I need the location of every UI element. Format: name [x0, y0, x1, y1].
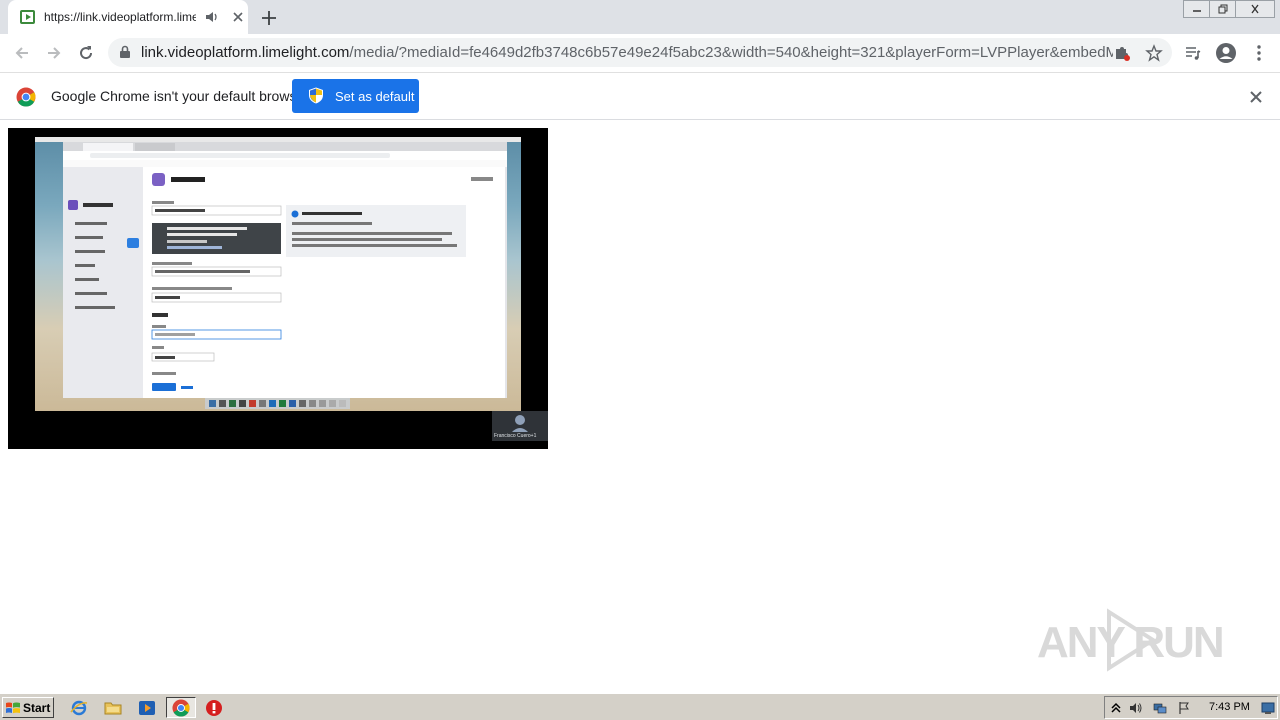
tab-close-icon[interactable]: [230, 9, 246, 25]
profile-button[interactable]: [1215, 42, 1237, 64]
forward-button[interactable]: [42, 42, 66, 64]
close-window-button[interactable]: [1235, 0, 1275, 18]
set-as-default-button[interactable]: Set as default: [292, 79, 419, 113]
start-button[interactable]: Start: [2, 697, 54, 718]
taskbar: Start 7:43 PM: [0, 693, 1280, 720]
internet-explorer-icon: [70, 700, 88, 715]
taskbar-stop-button[interactable]: [201, 697, 227, 718]
windows-logo-icon: [6, 702, 20, 713]
uac-shield-icon: [309, 87, 323, 104]
url-path: /media/?mediaId=fe4649d2fb3748c6b57e49e2…: [349, 44, 1113, 61]
lock-icon[interactable]: [118, 45, 132, 59]
playlist-icon: [1186, 47, 1201, 60]
account-icon: [1216, 43, 1236, 63]
back-button[interactable]: [10, 42, 34, 64]
video-frame[interactable]: [35, 137, 521, 411]
red-stop-icon: [206, 699, 222, 716]
video-player[interactable]: Francisco Cuero+1: [8, 128, 548, 449]
chrome-taskbar-icon: [172, 698, 190, 717]
taskbar-media-player-button[interactable]: [134, 697, 160, 718]
bookmark-star-icon[interactable]: [1145, 44, 1163, 62]
set-as-default-label: Set as default: [335, 88, 415, 104]
volume-icon[interactable]: [1129, 701, 1143, 715]
new-tab-icon[interactable]: [258, 7, 280, 29]
audio-playing-icon[interactable]: [204, 9, 220, 25]
show-desktop-icon[interactable]: [1261, 701, 1275, 715]
watermark-text: ANY RUN: [1037, 618, 1225, 667]
minimize-button[interactable]: [1183, 0, 1211, 18]
tab-title: https://link.videoplatform.limelight.com…: [44, 10, 196, 24]
url-host: link.videoplatform.limelight.com: [141, 44, 350, 61]
show-hidden-icons-icon[interactable]: [1109, 701, 1123, 715]
reload-icon: [80, 46, 93, 60]
participant-avatar-icon: [512, 415, 528, 432]
minimize-icon: [1193, 10, 1201, 12]
anyrun-watermark: ANY RUN: [1037, 606, 1237, 676]
address-bar[interactable]: link.videoplatform.limelight.com/media/?…: [108, 38, 1172, 67]
folder-icon: [104, 702, 122, 714]
system-tray: 7:43 PM: [1104, 696, 1278, 719]
tab-strip: https://link.videoplatform.limelight.com…: [0, 0, 1280, 34]
media-player-icon: [139, 700, 155, 715]
participant-thumbnail: Francisco Cuero+1: [492, 411, 548, 441]
taskbar-clock[interactable]: 7:43 PM: [1209, 701, 1250, 713]
media-controls-button[interactable]: [1182, 42, 1204, 64]
action-center-flag-icon[interactable]: [1177, 701, 1191, 715]
restore-icon: [1218, 4, 1228, 14]
infobar-message: Google Chrome isn't your default browser: [51, 88, 309, 104]
browser-toolbar: link.videoplatform.limelight.com/media/?…: [0, 34, 1280, 72]
url-text[interactable]: link.videoplatform.limelight.com/media/?…: [141, 44, 1113, 61]
start-label: Start: [23, 700, 51, 715]
video-favicon-icon: [20, 10, 35, 24]
back-arrow-icon: [15, 47, 28, 59]
chrome-logo-icon: [16, 87, 36, 107]
taskbar-chrome-button[interactable]: [166, 697, 196, 718]
more-vert-icon: [1257, 45, 1261, 61]
participant-name: Francisco Cuero+1: [494, 433, 537, 439]
taskbar-ie-button[interactable]: [66, 697, 92, 718]
extension-blocked-icon[interactable]: [1113, 44, 1131, 62]
forward-arrow-icon: [48, 47, 61, 59]
close-window-icon: [1251, 4, 1259, 14]
menu-button[interactable]: [1248, 42, 1270, 64]
browser-tab[interactable]: https://link.videoplatform.limelight.com…: [8, 0, 248, 34]
infobar-close-icon[interactable]: [1248, 89, 1264, 105]
network-icon[interactable]: [1153, 701, 1167, 715]
taskbar-explorer-button[interactable]: [100, 697, 126, 718]
default-browser-infobar: Google Chrome isn't your default browser…: [0, 72, 1280, 120]
restore-button[interactable]: [1209, 0, 1237, 18]
screen-recording-image: [35, 137, 521, 409]
reload-button[interactable]: [74, 42, 98, 64]
